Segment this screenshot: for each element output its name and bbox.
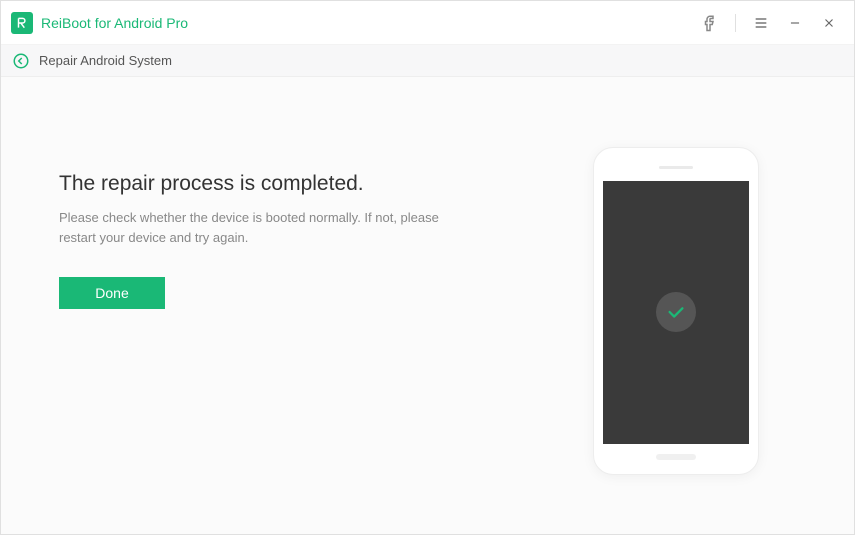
titlebar: ReiBoot for Android Pro: [1, 1, 854, 45]
breadcrumb: Repair Android System: [1, 45, 854, 77]
app-title: ReiBoot for Android Pro: [41, 15, 695, 31]
app-window: ReiBoot for Android Pro: [0, 0, 855, 535]
minimize-icon[interactable]: [780, 8, 810, 38]
app-logo: [11, 12, 33, 34]
phone-screen: [603, 181, 749, 444]
phone-home-button: [656, 454, 696, 460]
page-description: Please check whether the device is boote…: [59, 208, 459, 247]
done-button[interactable]: Done: [59, 277, 165, 309]
divider: [735, 14, 736, 32]
page-heading: The repair process is completed.: [59, 172, 556, 196]
facebook-icon[interactable]: [695, 8, 725, 38]
phone-speaker: [659, 166, 693, 169]
checkmark-icon: [656, 292, 696, 332]
close-icon[interactable]: [814, 8, 844, 38]
left-section: The repair process is completed. Please …: [59, 117, 556, 494]
titlebar-controls: [695, 8, 844, 38]
menu-icon[interactable]: [746, 8, 776, 38]
back-button[interactable]: [11, 51, 31, 71]
breadcrumb-text: Repair Android System: [39, 53, 172, 68]
right-section: [556, 117, 796, 494]
phone-illustration: [593, 147, 759, 475]
main-content: The repair process is completed. Please …: [1, 77, 854, 534]
